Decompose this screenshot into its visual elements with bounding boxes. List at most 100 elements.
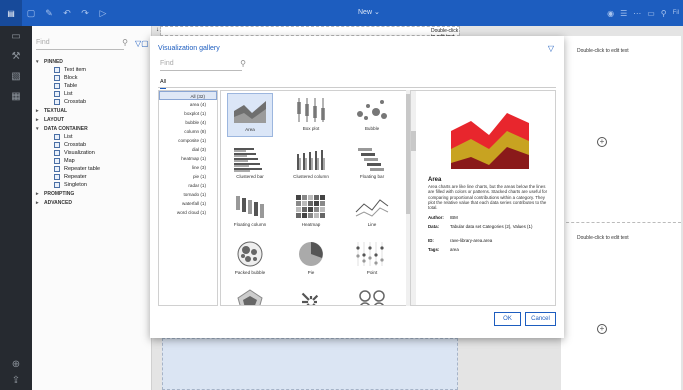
add-circle-icon[interactable]: + [597,137,607,147]
toolbox-icon[interactable]: ▦ [0,86,32,106]
tile-thumb [232,144,268,172]
tree-item[interactable]: Singleton [36,181,148,189]
tree-group[interactable]: ▸ LAYOUT [36,115,148,124]
category-item[interactable]: radar (1) [159,181,217,190]
visualization-tile[interactable]: Bubble [349,93,395,137]
tree-group[interactable]: ▾ PINNED [36,57,148,66]
pencil-icon[interactable]: ✎ [40,0,58,26]
edit-text-label-1[interactable]: Double-click to edit text [577,48,629,54]
tree-item[interactable]: Crosstab [36,98,148,106]
visualization-tile[interactable]: Floating bar [349,141,395,185]
tree-item-label: List [64,91,73,97]
visualization-tile[interactable]: Heatmap [288,189,334,233]
category-item[interactable]: heatmap (1) [159,154,217,163]
tree-item-label: Map [64,158,75,164]
visualization-tile[interactable]: Floating column [227,189,273,233]
run-icon[interactable]: ▷ [94,0,112,26]
tree-group[interactable]: ▸ ADVANCED [36,198,148,207]
tree-item[interactable]: Text item [36,66,148,74]
visualization-tile[interactable]: Radial [288,285,334,305]
tree-group[interactable]: ▾ DATA CONTAINER [36,124,148,133]
tree-group[interactable]: ▸ TEXTUAL [36,106,148,115]
tile-thumbnail-icon [297,98,325,122]
tile-thumb [354,144,390,172]
pages-icon[interactable]: ▭ [0,26,32,46]
gallery-search-input[interactable]: Find ⚲ [160,59,246,71]
edit-text-label-2[interactable]: Double-click to edit text [577,235,629,241]
upload-icon[interactable]: ⇪ [0,370,32,390]
category-item[interactable]: composite (1) [159,136,217,145]
properties-icon[interactable]: ☰ [620,9,627,18]
filter-search-icon[interactable]: ⚲ [661,9,667,18]
data-icon[interactable]: ▧ [0,66,32,86]
visualization-tile[interactable]: Pie [288,237,334,281]
right-column[interactable] [561,36,681,390]
visualization-tile[interactable]: Point [349,237,395,281]
category-item[interactable]: pie (1) [159,172,217,181]
visualization-tile[interactable]: Line [349,189,395,233]
cancel-button[interactable]: Cancel [525,312,556,326]
chevron-down-icon: ⌄ [373,9,380,16]
item-icon [54,83,60,89]
selected-block[interactable] [162,338,458,390]
filter-icon[interactable]: ▽ [548,44,554,53]
eye-icon[interactable]: ◉ [607,9,614,18]
category-item[interactable]: boxplot (1) [159,109,217,118]
visualization-tile[interactable]: Area [227,93,273,137]
app-menu-icon[interactable]: ▤ [0,0,22,26]
search-icon: ⚲ [240,59,246,68]
tile-thumb [354,288,390,305]
dialog-title: Visualization gallery [158,45,220,52]
tree-item[interactable]: List [36,133,148,141]
category-item[interactable]: line (3) [159,163,217,172]
tile-thumb [232,240,268,268]
item-icon [54,166,60,172]
more-icon[interactable]: ⋯ [633,9,641,18]
tree-item[interactable]: Repeater table [36,165,148,173]
ok-button[interactable]: OK [494,312,521,326]
tree-item[interactable]: Repeater [36,173,148,181]
caret-right-icon: ▸ [36,190,39,197]
visualization-tile[interactable]: Radial bar [349,285,395,305]
tile-label: Area [245,127,255,132]
report-title[interactable]: New ⌄ [358,8,380,16]
visualization-tile[interactable]: Packed bubble [227,237,273,281]
category-item[interactable]: bubble (4) [159,118,217,127]
category-item[interactable]: All (32) [159,91,217,100]
tree-item-label: Crosstab [64,99,87,105]
filter-icon[interactable]: ▽▢ [135,39,149,48]
category-item[interactable]: tornado (1) [159,190,217,199]
visualization-tile[interactable]: Clustered bar [227,141,273,185]
id-value: rave-library-area.area [450,238,493,243]
visualization-tile[interactable]: Clustered column [288,141,334,185]
redo-icon[interactable]: ↷ [76,0,94,26]
view-menu-icon[interactable]: ▢ [22,0,40,26]
toolbox-search-input[interactable]: Find ⚲ [36,38,128,50]
tree-item[interactable]: Table [36,82,148,90]
tree-item[interactable]: Crosstab [36,141,148,149]
tree-item[interactable]: Map [36,157,148,165]
category-item[interactable]: area (4) [159,100,217,109]
visualization-tile[interactable]: Radar [227,285,273,305]
tree-group[interactable]: ▸ PROMPTING [36,189,148,198]
tools-icon[interactable]: ⚒ [0,46,32,66]
category-item[interactable]: waterfall (1) [159,199,217,208]
tree-item[interactable]: Visualization [36,149,148,157]
tree-item[interactable]: List [36,90,148,98]
detail-scrollbar[interactable] [411,91,416,305]
add-circle-icon[interactable]: + [597,324,607,334]
tile-thumb [293,288,329,305]
tree-item[interactable]: Block [36,74,148,82]
undo-icon[interactable]: ↶ [58,0,76,26]
tile-thumbnail-icon [359,290,385,305]
category-item[interactable]: dial (3) [159,145,217,154]
category-item[interactable]: column (8) [159,127,217,136]
tags-key: Tags: [428,247,440,252]
monitor-icon[interactable]: ▭ [647,9,655,18]
right-label[interactable]: Fil [673,10,679,16]
report-header-block[interactable]: Double-click to edit text [160,26,460,40]
item-icon [54,99,60,105]
category-item[interactable]: word cloud (1) [159,208,217,217]
visualization-tile[interactable]: Box plot [288,93,334,137]
tags-value: area [450,247,459,252]
